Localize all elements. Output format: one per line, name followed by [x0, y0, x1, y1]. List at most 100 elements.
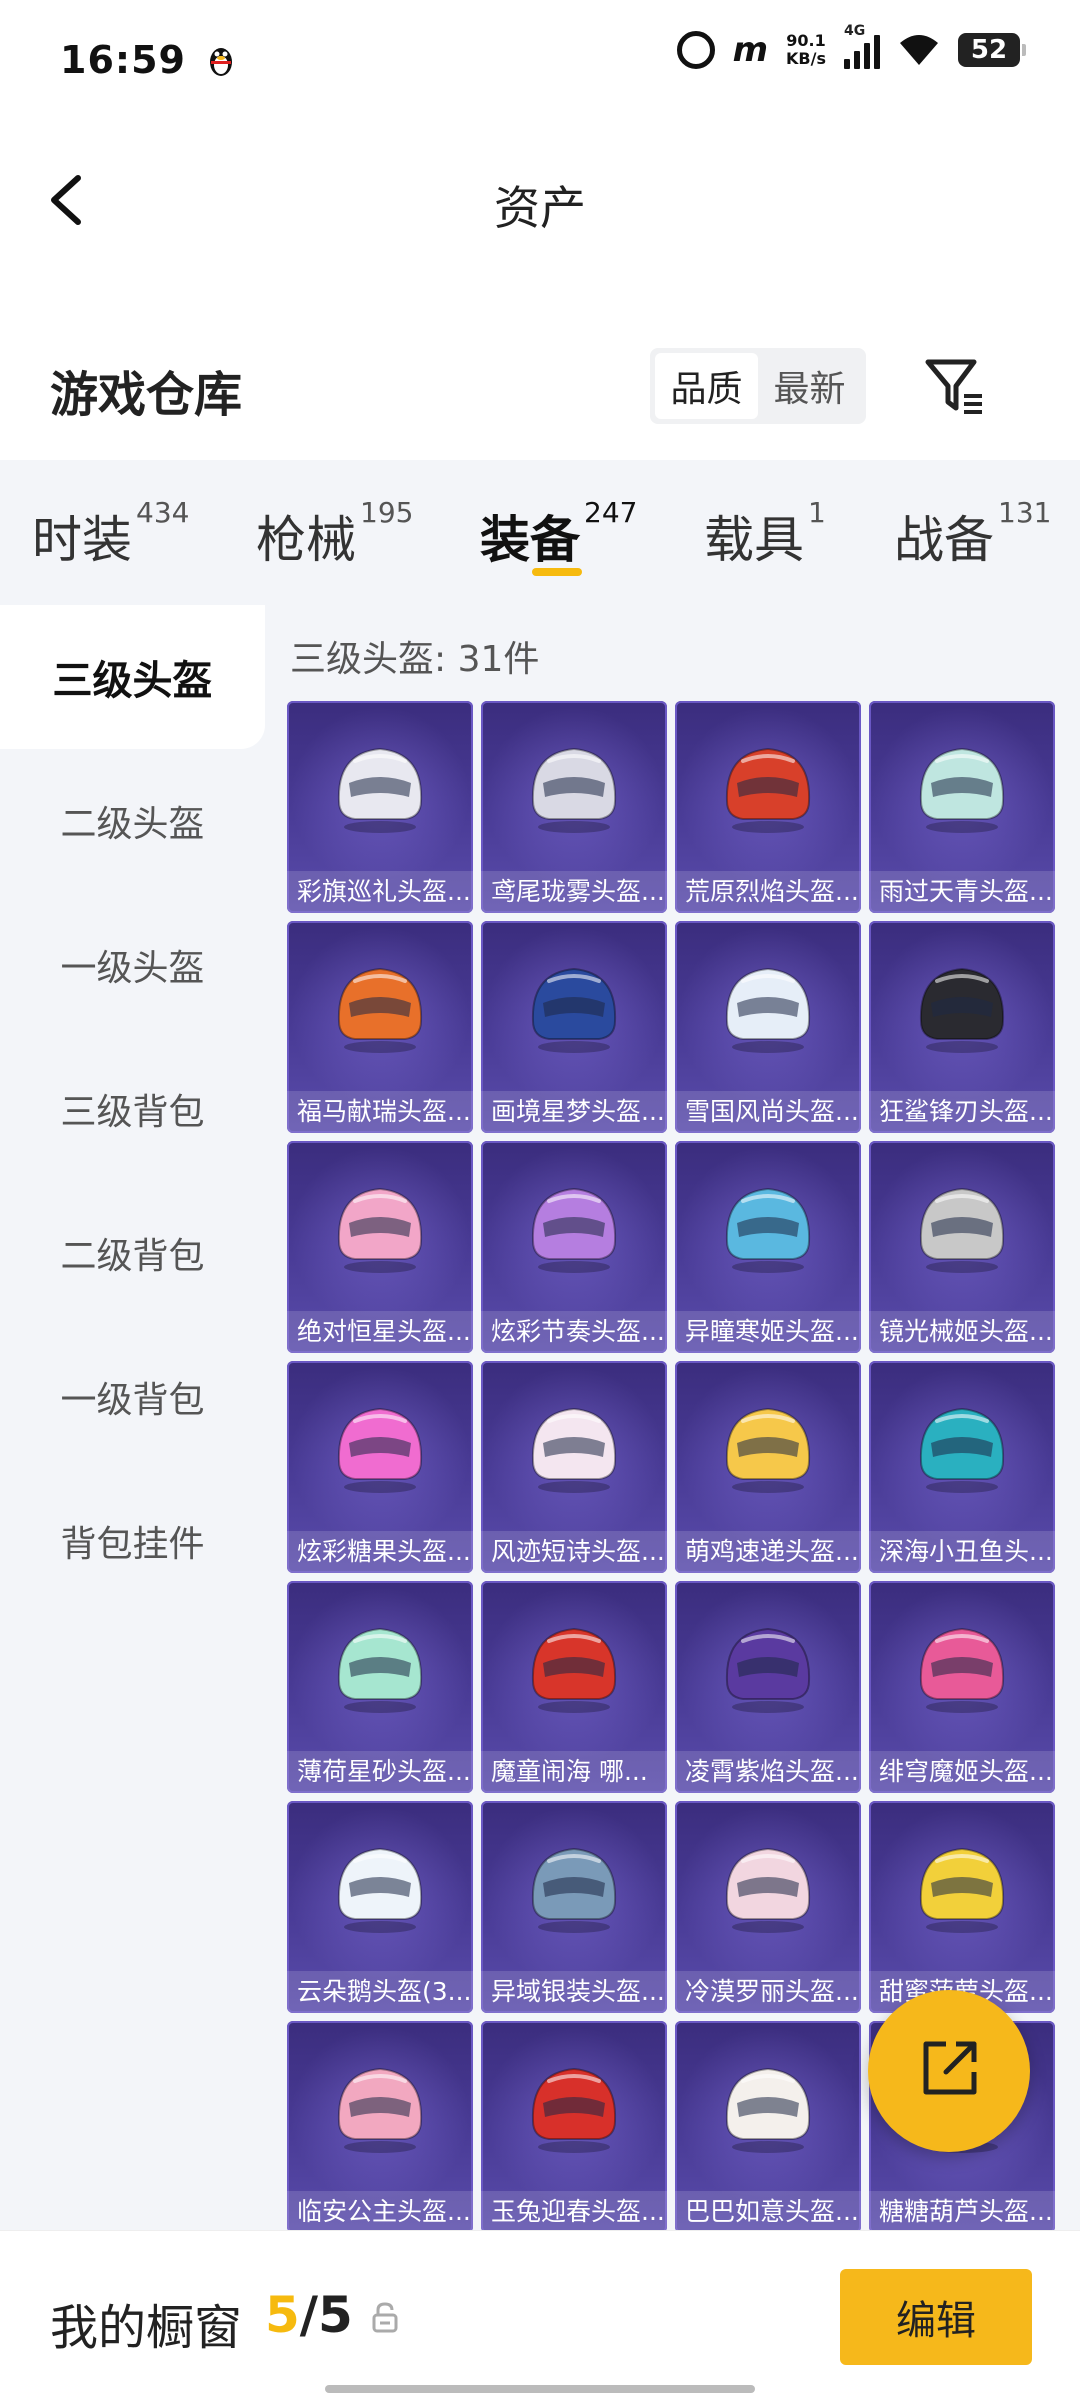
item-name: 荒原烈焰头盔...: [675, 871, 861, 913]
category-tabs: 时装 434 枪械 195 装备 247 载具 1 战备 131: [0, 460, 1080, 605]
item-card[interactable]: 甜蜜菠萝头盔...: [869, 1801, 1055, 2013]
showcase-count: 5/5: [265, 2286, 353, 2344]
item-card[interactable]: 萌鸡速递头盔...: [675, 1361, 861, 1573]
helmet-pink-princess-icon: [325, 2051, 435, 2161]
item-card[interactable]: 临安公主头盔...: [287, 2021, 473, 2230]
helmet-silver-mask-icon: [907, 1171, 1017, 1281]
warehouse-title: 游戏仓库: [50, 367, 243, 423]
share-button[interactable]: [868, 1990, 1030, 2152]
battery-icon: 52: [958, 33, 1026, 67]
top-navigation: 资产: [0, 140, 1080, 260]
net-speed: 90.1 KB/s: [786, 31, 826, 68]
tab-weapons[interactable]: 枪械 195: [256, 460, 480, 605]
sidebar-item-level3-backpack[interactable]: 三级背包: [0, 1037, 265, 1181]
helmet-yellow-chick-icon: [713, 1391, 823, 1501]
item-name: 绝对恒星头盔...: [287, 1311, 473, 1353]
item-card[interactable]: 荒原烈焰头盔...: [675, 701, 861, 913]
tab-vehicles[interactable]: 载具 1: [704, 460, 894, 605]
helmet-white-goose-icon: [325, 1831, 435, 1941]
sidebar-item-level2-backpack[interactable]: 二级背包: [0, 1181, 265, 1325]
item-count-label: 三级头盔: 31件: [290, 639, 540, 680]
item-card[interactable]: 深海小丑鱼头...: [869, 1361, 1055, 1573]
showcase-title: 我的橱窗: [50, 2300, 243, 2356]
tab-gear[interactable]: 战备 131: [894, 460, 1074, 605]
active-tab-indicator: [532, 568, 582, 576]
lock-icon: [370, 2301, 400, 2335]
item-name: 狂鲨锋刃头盔...: [869, 1091, 1055, 1133]
item-name: 魔童闹海 哪...: [481, 1751, 667, 1793]
item-name: 凌霄紫焰头盔...: [675, 1751, 861, 1793]
helmet-white-goggle-icon: [713, 951, 823, 1061]
item-card[interactable]: 凌霄紫焰头盔...: [675, 1581, 861, 1793]
helmet-pink-cat-icon: [907, 1611, 1017, 1721]
item-card[interactable]: 雪国风尚头盔...: [675, 921, 861, 1133]
item-name: 冷漠罗丽头盔...: [675, 1971, 861, 2013]
sort-toggle: 品质 最新: [650, 348, 866, 424]
item-name: 彩旗巡礼头盔...: [287, 871, 473, 913]
item-name: 云朵鹅头盔(3...: [287, 1971, 473, 2013]
item-name: 画境星梦头盔...: [481, 1091, 667, 1133]
item-card[interactable]: 福马献瑞头盔...: [287, 921, 473, 1133]
sidebar-item-level3-helmet[interactable]: 三级头盔: [0, 605, 265, 749]
item-card[interactable]: 雨过天青头盔...: [869, 701, 1055, 913]
sort-option-latest[interactable]: 最新: [758, 353, 861, 419]
item-name: 萌鸡速递头盔...: [675, 1531, 861, 1573]
item-card[interactable]: 炫彩糖果头盔...: [287, 1361, 473, 1573]
showcase-bar: 我的橱窗 5/5 编辑: [0, 2230, 1080, 2400]
item-name: 异瞳寒姬头盔...: [675, 1311, 861, 1353]
item-card[interactable]: 巴巴如意头盔...: [675, 2021, 861, 2230]
item-card[interactable]: 风迹短诗头盔...: [481, 1361, 667, 1573]
item-name: 福马献瑞头盔...: [287, 1091, 473, 1133]
item-card[interactable]: 异瞳寒姬头盔...: [675, 1141, 861, 1353]
helmet-white-rose-icon: [713, 1831, 823, 1941]
item-name: 绯穹魔姬头盔...: [869, 1751, 1055, 1793]
item-name: 临安公主头盔...: [287, 2191, 473, 2230]
item-card[interactable]: 炫彩节奏头盔...: [481, 1141, 667, 1353]
item-card[interactable]: 冷漠罗丽头盔...: [675, 1801, 861, 2013]
item-name: 巴巴如意头盔...: [675, 2191, 861, 2230]
item-name: 镜光械姬头盔...: [869, 1311, 1055, 1353]
helmet-celadon-icon: [907, 731, 1017, 841]
helmet-red-dragon-icon: [713, 731, 823, 841]
edit-button[interactable]: 编辑: [840, 2269, 1032, 2365]
helmet-black-shark-icon: [907, 951, 1017, 1061]
item-card[interactable]: 异域银装头盔...: [481, 1801, 667, 2013]
item-name: 异域银装头盔...: [481, 1971, 667, 2013]
helmet-white-clown-icon: [325, 731, 435, 841]
helmet-blue-dragon-icon: [519, 951, 629, 1061]
item-card[interactable]: 云朵鹅头盔(3...: [287, 1801, 473, 2013]
status-bar: 16:59 m 90.1 KB/s 4G 52: [0, 0, 1080, 120]
helmet-white-pink-icon: [519, 1391, 629, 1501]
sidebar-item-level1-backpack[interactable]: 一级背包: [0, 1325, 265, 1469]
sidebar-item-backpack-charm[interactable]: 背包挂件: [0, 1469, 265, 1613]
subcategory-sidebar: 三级头盔 二级头盔 一级头盔 三级背包 二级背包 一级背包 背包挂件: [0, 605, 265, 2230]
item-card[interactable]: 玉兔迎春头盔...: [481, 2021, 667, 2230]
item-name: 玉兔迎春头盔...: [481, 2191, 667, 2230]
tab-fashion[interactable]: 时装 434: [32, 460, 256, 605]
helmet-cyan-ice-icon: [713, 1171, 823, 1281]
tab-equipment[interactable]: 装备 247: [480, 460, 704, 605]
helmet-purple-flame-icon: [713, 1611, 823, 1721]
item-card[interactable]: 魔童闹海 哪...: [481, 1581, 667, 1793]
item-card[interactable]: 鸢尾珑雾头盔...: [481, 701, 667, 913]
filter-icon[interactable]: [920, 352, 990, 422]
item-card[interactable]: 镜光械姬头盔...: [869, 1141, 1055, 1353]
item-card[interactable]: 狂鲨锋刃头盔...: [869, 921, 1055, 1133]
item-name: 深海小丑鱼头...: [869, 1531, 1055, 1573]
helmet-orange-horse-icon: [325, 951, 435, 1061]
item-list-panel: 三级头盔: 31件 彩旗巡礼头盔... 鸢尾珑雾头盔... 荒原烈焰头盔... 雨过天…: [265, 605, 1080, 2230]
item-card[interactable]: 绝对恒星头盔...: [287, 1141, 473, 1353]
helmet-teal-fish-icon: [907, 1391, 1017, 1501]
cell-signal-icon: 4G: [844, 23, 880, 69]
helmet-purple-yellow-icon: [519, 1171, 629, 1281]
item-name: 糖糖葫芦头盔...: [869, 2191, 1055, 2230]
helmet-pink-candy-icon: [325, 1391, 435, 1501]
sort-option-quality[interactable]: 品质: [655, 353, 758, 419]
sidebar-item-level2-helmet[interactable]: 二级头盔: [0, 749, 265, 893]
sidebar-item-level1-helmet[interactable]: 一级头盔: [0, 893, 265, 1037]
item-card[interactable]: 薄荷星砂头盔...: [287, 1581, 473, 1793]
item-card[interactable]: 画境星梦头盔...: [481, 921, 667, 1133]
item-card[interactable]: 彩旗巡礼头盔...: [287, 701, 473, 913]
item-name: 鸢尾珑雾头盔...: [481, 871, 667, 913]
item-card[interactable]: 绯穹魔姬头盔...: [869, 1581, 1055, 1793]
